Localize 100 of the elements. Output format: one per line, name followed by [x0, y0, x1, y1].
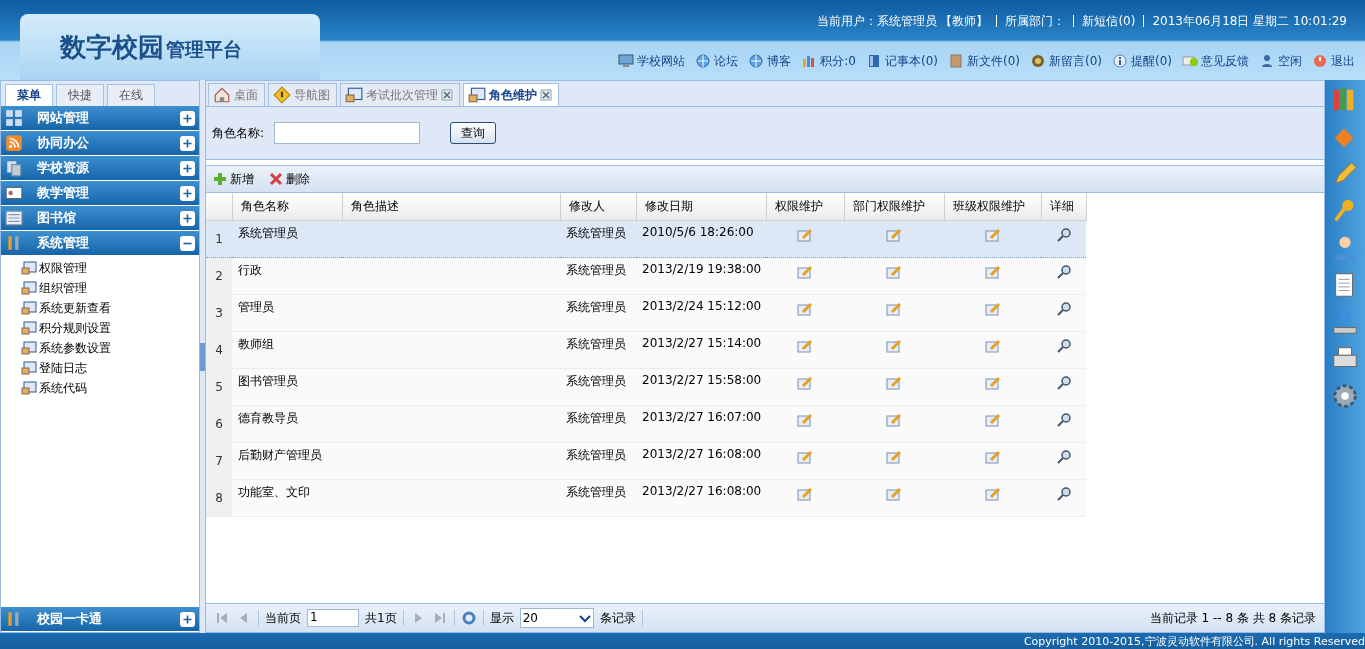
header-link[interactable]: 退出 [1312, 52, 1355, 70]
header-link[interactable]: 论坛 [695, 52, 739, 70]
row-number: 6 [206, 405, 232, 443]
edit-icon[interactable] [797, 412, 813, 428]
edit-icon[interactable] [984, 264, 1001, 280]
sidebar-tab[interactable]: 在线 [107, 84, 155, 106]
close-icon[interactable] [540, 89, 552, 101]
table-row[interactable]: 7 后勤财产管理员 系统管理员 2013/2/27 16:08:00 [206, 442, 1086, 480]
edit-icon[interactable] [984, 301, 1001, 317]
edit-icon[interactable] [984, 449, 1001, 465]
magnifier-icon[interactable] [1055, 412, 1072, 428]
header-link[interactable]: 意见反馈 [1182, 52, 1249, 70]
tab[interactable]: 桌面 [208, 83, 265, 106]
tab[interactable]: 角色维护 [463, 83, 559, 106]
sidebar-item[interactable]: 系统更新查看 [21, 298, 199, 318]
edit-icon[interactable] [886, 338, 902, 354]
table-row[interactable]: 8 功能室、文印 系统管理员 2013/2/27 16:08:00 [206, 479, 1086, 517]
sidebar-item[interactable]: 组织管理 [21, 278, 199, 298]
document-icon [21, 300, 37, 316]
first-page-icon[interactable] [214, 610, 230, 626]
query-button[interactable]: 查询 [450, 122, 497, 144]
accordion-header[interactable]: 网站管理 [1, 106, 199, 131]
accordion-header[interactable]: 系统管理 [1, 231, 199, 256]
magnifier-icon[interactable] [1055, 375, 1072, 391]
row-number: 1 [206, 220, 232, 258]
header-link[interactable]: 新留言(0) [1030, 52, 1102, 70]
sidebar-item[interactable]: 积分规则设置 [21, 318, 199, 338]
magnifier-icon[interactable] [1055, 449, 1072, 465]
magnifier-icon[interactable] [1055, 486, 1072, 502]
edit-icon[interactable] [886, 449, 902, 465]
edit-icon[interactable] [984, 486, 1001, 502]
table-cell: 系统管理员 [232, 220, 342, 258]
expand-toggle[interactable] [180, 611, 195, 627]
header-link[interactable]: 新文件(0) [948, 52, 1020, 70]
header-link[interactable]: 提醒(0) [1112, 52, 1172, 70]
header-link[interactable]: 空闲 [1259, 52, 1302, 70]
edit-icon[interactable] [886, 264, 902, 280]
accordion-header[interactable]: 教学管理 [1, 181, 199, 206]
accordion-header[interactable]: 校园一卡通 [1, 607, 199, 632]
expand-toggle[interactable] [180, 235, 195, 251]
globe-icon [748, 53, 765, 69]
header-link[interactable]: 积分:0 [801, 52, 856, 70]
expand-toggle[interactable] [180, 135, 195, 151]
edit-icon[interactable] [886, 412, 902, 428]
table-row[interactable]: 2 行政 系统管理员 2013/2/19 19:38:00 [206, 257, 1086, 295]
accordion-header[interactable]: 协同办公 [1, 131, 199, 156]
accordion-header[interactable]: 图书馆 [1, 206, 199, 231]
close-icon[interactable] [441, 89, 453, 101]
edit-icon[interactable] [797, 486, 813, 502]
page-field[interactable]: 1 [307, 609, 359, 627]
sidebar-item[interactable]: 登陆日志 [21, 358, 199, 378]
sidebar-item[interactable]: 系统参数设置 [21, 338, 199, 358]
expand-toggle[interactable] [180, 160, 195, 176]
sidebar-tab[interactable]: 菜单 [5, 84, 53, 106]
sidebar-tab[interactable]: 快捷 [56, 84, 104, 106]
edit-icon[interactable] [797, 301, 813, 317]
sidebar-item[interactable]: 权限管理 [21, 258, 199, 278]
edit-icon[interactable] [984, 227, 1001, 243]
edit-icon[interactable] [797, 338, 813, 354]
magnifier-icon[interactable] [1055, 227, 1072, 243]
edit-icon[interactable] [886, 227, 902, 243]
magnifier-icon[interactable] [1055, 338, 1072, 354]
expand-toggle[interactable] [180, 210, 195, 226]
search-field[interactable] [274, 122, 421, 144]
header-link[interactable]: 博客 [748, 52, 792, 70]
edit-icon[interactable] [886, 375, 902, 391]
download-icon[interactable] [1331, 308, 1359, 336]
column-header: 修改人 [560, 193, 636, 221]
magnifier-icon[interactable] [1055, 264, 1072, 280]
tab[interactable]: 导航图 [268, 83, 337, 106]
table-row[interactable]: 5 图书管理员 系统管理员 2013/2/27 15:58:00 [206, 368, 1086, 406]
magnifier-icon[interactable] [1055, 301, 1072, 317]
page-size-select[interactable]: 20 [519, 608, 594, 628]
edit-icon[interactable] [797, 375, 813, 391]
header-link[interactable]: 学校网站 [618, 52, 686, 70]
toolbar-button[interactable]: 删除 [268, 170, 310, 188]
expand-toggle[interactable] [180, 110, 195, 126]
settings-icon[interactable] [1331, 382, 1359, 410]
expand-toggle[interactable] [180, 185, 195, 201]
mail-icon [1182, 53, 1198, 69]
edit-icon[interactable] [797, 264, 813, 280]
document-icon [345, 86, 363, 104]
edit-icon[interactable] [984, 338, 1001, 354]
table-row[interactable]: 4 教师组 系统管理员 2013/2/27 15:14:00 [206, 331, 1086, 369]
tab[interactable]: 考试批次管理 [340, 83, 460, 106]
edit-icon[interactable] [886, 486, 902, 502]
edit-icon[interactable] [984, 412, 1001, 428]
accordion-header[interactable]: 学校资源 [1, 156, 199, 181]
edit-icon[interactable] [797, 449, 813, 465]
edit-icon[interactable] [886, 301, 902, 317]
table-row[interactable]: 1 系统管理员 系统管理员 2010/5/6 18:26:00 [206, 220, 1086, 258]
document-icon [21, 280, 37, 296]
collapse-handle[interactable] [200, 342, 205, 371]
table-row[interactable]: 6 德育教导员 系统管理员 2013/2/27 16:07:00 [206, 405, 1086, 443]
toolbar-button[interactable]: 新增 [212, 170, 254, 188]
sidebar-item[interactable]: 系统代码 [21, 378, 199, 398]
table-row[interactable]: 3 管理员 系统管理员 2013/2/24 15:12:00 [206, 294, 1086, 332]
edit-icon[interactable] [797, 227, 813, 243]
header-link[interactable]: 记事本(0) [866, 52, 938, 70]
edit-icon[interactable] [984, 375, 1001, 391]
